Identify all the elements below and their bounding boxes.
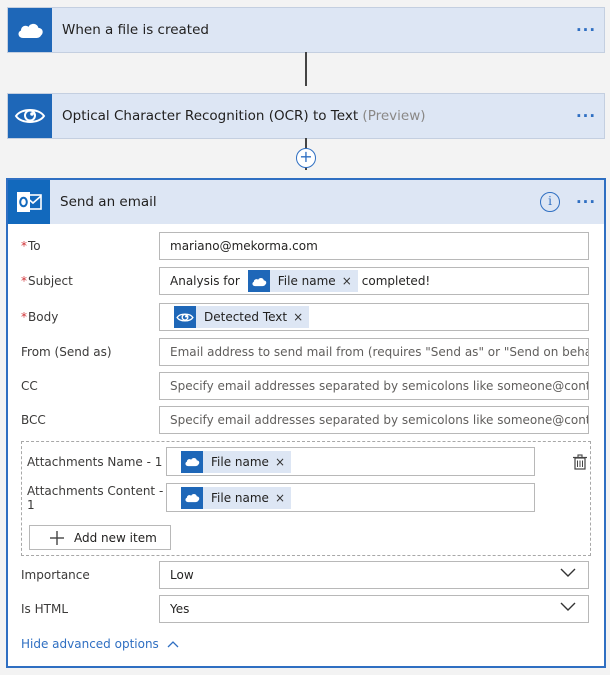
file-name-token[interactable]: File name × [181, 450, 291, 473]
bcc-label: BCC [21, 413, 46, 427]
subject-field[interactable]: Analysis for File name × completed! [159, 267, 589, 295]
outlook-icon [8, 180, 50, 224]
importance-value: Low [170, 568, 194, 582]
importance-row: Importance Low [8, 561, 604, 591]
token-remove-icon[interactable]: × [275, 455, 285, 469]
attachments-content-label: Attachments Content -1 [27, 484, 163, 512]
required-marker: * [21, 239, 27, 253]
token-label: File name [211, 454, 269, 469]
detected-text-token[interactable]: Detected Text × [174, 306, 310, 328]
token-label: File name [277, 274, 336, 288]
to-row: *To mariano@mekorma.com [8, 232, 604, 262]
trigger-title: When a file is created [62, 22, 209, 38]
required-marker: * [21, 274, 27, 288]
cc-label: CC [21, 379, 38, 393]
is-html-row: Is HTML Yes [8, 595, 604, 625]
to-label-text: To [28, 239, 41, 253]
body-field[interactable]: Detected Text × [159, 303, 589, 331]
subject-prefix: Analysis for [170, 274, 240, 288]
hide-advanced-options-link[interactable]: Hide advanced options [21, 637, 179, 651]
bcc-field[interactable]: Specify email addresses separated by sem… [159, 406, 589, 434]
ocr-title: Optical Character Recognition (OCR) to T… [62, 108, 568, 124]
attachments-content-field[interactable]: File name × [166, 483, 535, 512]
chevron-up-icon [167, 641, 179, 648]
plus-icon [50, 530, 64, 545]
add-new-item-button[interactable]: Add new item [29, 525, 171, 550]
ocr-card[interactable]: Optical Character Recognition (OCR) to T… [7, 93, 605, 139]
required-marker: * [21, 310, 27, 324]
trigger-card[interactable]: When a file is created ··· [7, 7, 605, 53]
body-row: *Body Detected Text × [8, 303, 604, 333]
from-row: From (Send as) Email address to send mai… [8, 338, 604, 368]
hide-advanced-options-label: Hide advanced options [21, 637, 159, 651]
attachments-name-field[interactable]: File name × [166, 447, 535, 476]
from-placeholder: Email address to send mail from (require… [170, 345, 588, 359]
to-value: mariano@mekorma.com [170, 239, 318, 253]
onedrive-cloud-icon [181, 450, 203, 473]
eye-icon [8, 94, 52, 138]
from-field[interactable]: Email address to send mail from (require… [159, 338, 589, 366]
preview-badge: (Preview) [362, 108, 426, 124]
onedrive-cloud-icon [8, 8, 52, 52]
token-label: Detected Text [204, 310, 288, 324]
trigger-more-button[interactable]: ··· [568, 21, 604, 39]
attachments-content-label-line1: Attachments Content - [27, 484, 164, 498]
from-label: From (Send as) [21, 345, 112, 359]
subject-row: *Subject Analysis for File name × comple… [8, 267, 604, 297]
file-name-token[interactable]: File name × [181, 486, 291, 509]
to-label: *To [21, 239, 41, 253]
body-label-text: Body [28, 310, 59, 324]
add-new-item-label: Add new item [74, 530, 157, 545]
eye-icon [174, 306, 196, 328]
send-email-card: Send an email i ··· *To mariano@mekorma.… [6, 178, 606, 668]
is-html-value: Yes [170, 602, 190, 616]
ocr-more-button[interactable]: ··· [568, 107, 604, 125]
importance-label: Importance [21, 568, 90, 582]
chevron-down-icon [560, 568, 576, 577]
is-html-label: Is HTML [21, 602, 68, 616]
onedrive-cloud-icon [181, 486, 203, 509]
token-remove-icon[interactable]: × [275, 491, 285, 505]
email-title: Send an email [60, 194, 157, 210]
body-label: *Body [21, 310, 58, 324]
bcc-placeholder: Specify email addresses separated by sem… [170, 413, 588, 427]
subject-label-text: Subject [28, 274, 73, 288]
subject-suffix: completed! [361, 274, 431, 288]
add-step-button[interactable]: + [296, 148, 316, 168]
attachments-content-label-line2: 1 [27, 498, 35, 512]
subject-label: *Subject [21, 274, 73, 288]
attachments-group: Attachments Name - 1 File name × Attachm… [21, 441, 591, 556]
importance-select[interactable]: Low [159, 561, 589, 589]
file-name-token[interactable]: File name × [247, 270, 358, 292]
is-html-select[interactable]: Yes [159, 595, 589, 623]
onedrive-cloud-icon [247, 270, 270, 292]
connector-line [305, 52, 307, 86]
attachments-name-label: Attachments Name - 1 [27, 455, 163, 469]
token-remove-icon[interactable]: × [293, 310, 303, 324]
chevron-down-icon [560, 602, 576, 611]
token-label: File name [211, 490, 269, 505]
to-field[interactable]: mariano@mekorma.com [159, 232, 589, 260]
cc-row: CC Specify email addresses separated by … [8, 372, 604, 402]
delete-item-icon[interactable] [572, 454, 588, 470]
cc-field[interactable]: Specify email addresses separated by sem… [159, 372, 589, 400]
token-remove-icon[interactable]: × [342, 274, 352, 288]
email-more-button[interactable]: ··· [568, 193, 604, 211]
cc-placeholder: Specify email addresses separated by sem… [170, 379, 588, 393]
info-icon[interactable]: i [540, 192, 560, 212]
bcc-row: BCC Specify email addresses separated by… [8, 406, 604, 436]
ocr-title-text: Optical Character Recognition (OCR) to T… [62, 108, 359, 124]
